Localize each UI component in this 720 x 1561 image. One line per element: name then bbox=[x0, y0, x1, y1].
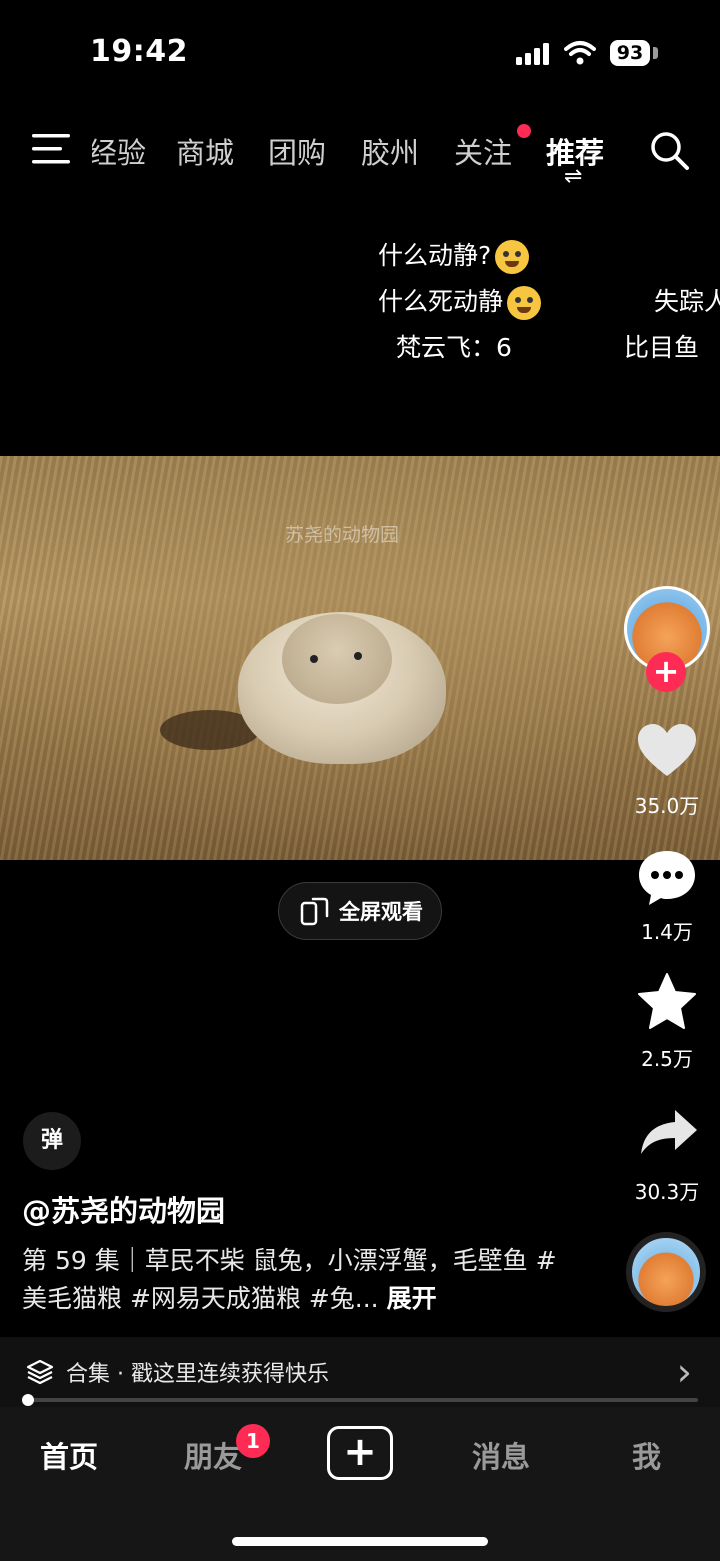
video-watermark: 苏尧的动物园 bbox=[285, 524, 400, 546]
danmaku-comment: 梵云飞：6 bbox=[396, 333, 512, 362]
status-time: 19:42 bbox=[90, 34, 188, 69]
layers-icon bbox=[26, 1359, 54, 1385]
danmaku-text: 什么动静? bbox=[378, 241, 492, 270]
comment-icon[interactable] bbox=[636, 848, 698, 908]
heart-icon[interactable] bbox=[636, 722, 698, 778]
danmaku-toggle-button[interactable]: 弹 bbox=[23, 1112, 81, 1170]
switch-arrows-icon: ⇌ bbox=[564, 164, 583, 189]
menu-icon[interactable] bbox=[32, 134, 70, 164]
tab-home[interactable]: 首页 bbox=[40, 1434, 98, 1476]
danmaku-comment: 什么动静? bbox=[378, 236, 530, 274]
tab-group-buy[interactable]: 团购 bbox=[268, 130, 326, 172]
pika-eye bbox=[354, 652, 362, 660]
collection-label: 合集 · 戳这里连续获得快乐 bbox=[66, 1362, 329, 1387]
chevron-right-icon: › bbox=[676, 1350, 692, 1394]
share-arrow-icon[interactable] bbox=[639, 1108, 699, 1158]
fullscreen-button[interactable]: 全屏观看 bbox=[278, 882, 442, 940]
tab-experience[interactable]: 经验 bbox=[92, 130, 146, 172]
tab-jiaozhou[interactable]: 胶州 bbox=[361, 130, 419, 172]
video-description: 第 59 集｜草民不柴 鼠兔，小漂浮蟹，毛壁鱼 #美毛猫粮 #网易天成猫粮 #兔… bbox=[22, 1242, 562, 1318]
video-progress-bar[interactable] bbox=[24, 1398, 698, 1402]
danmaku-comment: 失踪人 bbox=[654, 287, 720, 316]
laughing-emoji-icon bbox=[507, 286, 542, 320]
share-count: 30.3万 bbox=[634, 1180, 700, 1204]
favorite-star-icon[interactable] bbox=[637, 972, 697, 1030]
pika-eye bbox=[310, 655, 318, 663]
collection-bar[interactable]: 合集 · 戳这里连续获得快乐 › bbox=[0, 1337, 720, 1407]
search-icon[interactable] bbox=[649, 130, 691, 172]
favorite-count: 2.5万 bbox=[641, 1047, 693, 1071]
tab-messages[interactable]: 消息 bbox=[472, 1434, 530, 1476]
battery-nub bbox=[653, 47, 658, 59]
fullscreen-label: 全屏观看 bbox=[339, 900, 423, 924]
wifi-icon bbox=[564, 41, 596, 65]
author-name[interactable]: @苏尧的动物园 bbox=[22, 1188, 225, 1230]
danmaku-text: 什么死动静 bbox=[378, 287, 504, 316]
home-indicator[interactable] bbox=[232, 1537, 488, 1546]
like-count: 35.0万 bbox=[634, 794, 700, 818]
friends-badge: 1 bbox=[236, 1424, 270, 1458]
danmaku-comment: 什么死动静 bbox=[378, 282, 542, 320]
following-notification-dot bbox=[517, 124, 531, 138]
rotate-screen-icon bbox=[300, 897, 329, 926]
expand-button[interactable]: 展开 bbox=[387, 1284, 437, 1313]
tab-mall[interactable]: 商城 bbox=[176, 130, 234, 172]
description-text: 第 59 集｜草民不柴 鼠兔，小漂浮蟹，毛壁鱼 #美毛猫粮 #网易天成猫粮 #兔… bbox=[22, 1246, 557, 1313]
pika-head bbox=[282, 614, 392, 704]
comment-count: 1.4万 bbox=[641, 920, 693, 944]
dizzy-emoji-icon bbox=[495, 240, 530, 274]
progress-handle[interactable] bbox=[22, 1394, 34, 1406]
battery-indicator: 93 bbox=[610, 40, 650, 66]
tab-friends[interactable]: 朋友 bbox=[184, 1434, 242, 1476]
danmaku-comment: 比目鱼 bbox=[624, 333, 700, 362]
follow-button[interactable]: + bbox=[646, 652, 686, 692]
tab-following[interactable]: 关注 bbox=[454, 130, 512, 172]
cellular-signal-icon bbox=[516, 43, 549, 65]
music-disc[interactable] bbox=[626, 1232, 706, 1312]
tab-me[interactable]: 我 bbox=[632, 1434, 661, 1476]
create-post-button[interactable]: + bbox=[327, 1426, 393, 1480]
